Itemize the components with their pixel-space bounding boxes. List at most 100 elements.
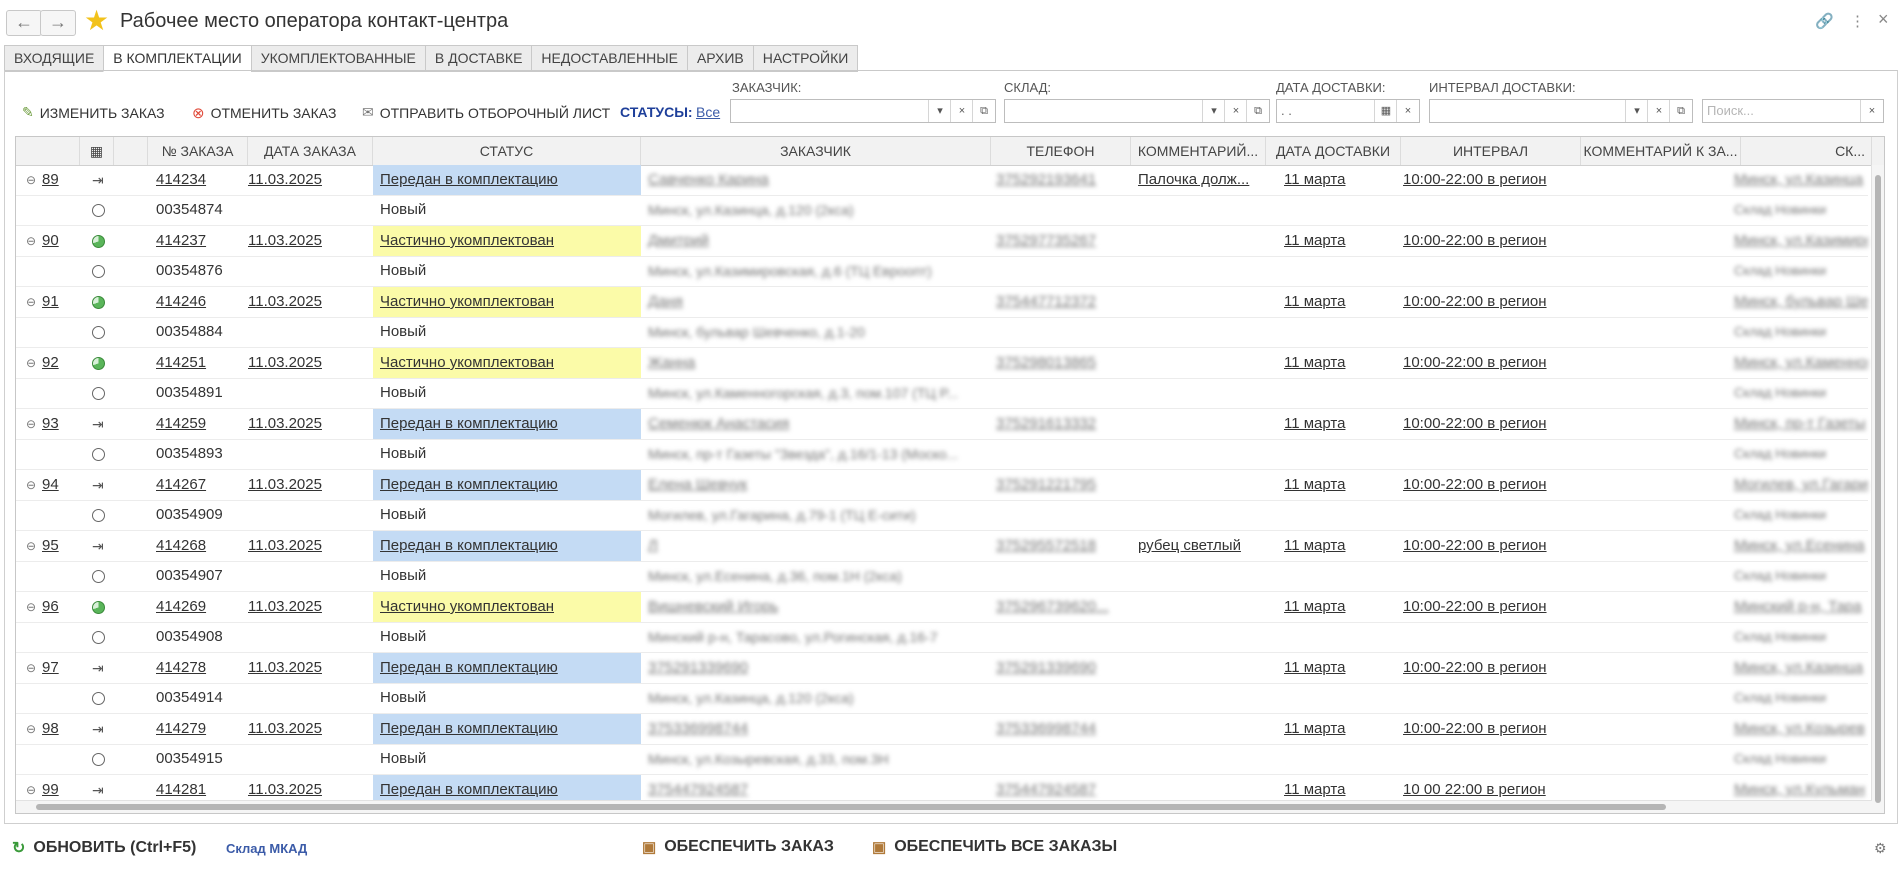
order-date[interactable]: 11.03.2025 (248, 470, 368, 500)
order-date[interactable]: 11.03.2025 (248, 348, 368, 378)
clear-icon[interactable]: × (950, 100, 973, 122)
phone-number[interactable]: 375292193641 (996, 165, 1126, 195)
header-status[interactable]: СТАТУС (373, 137, 641, 165)
open-icon[interactable]: ⧉ (1246, 100, 1269, 122)
delivery-date[interactable]: 11 марта (1284, 165, 1394, 195)
collapse-toggle-icon[interactable]: ⊖ (26, 226, 40, 256)
status-badge[interactable]: Частично укомплектован (373, 226, 641, 256)
radio-circle-icon[interactable] (92, 195, 112, 225)
comment[interactable]: Палочка долж... (1138, 165, 1263, 195)
open-icon[interactable]: ⧉ (972, 100, 995, 122)
table-subrow[interactable]: 00354876 Новый Минск, ул.Казимировская, д.… (16, 256, 1868, 287)
vertical-scrollbar[interactable] (1871, 165, 1884, 813)
provide-all-orders-button[interactable]: ▣ ОБЕСПЕЧИТЬ ВСЕ ЗАКАЗЫ (872, 838, 1117, 856)
warehouse-link[interactable]: Склад МКАД (226, 841, 307, 856)
clear-icon[interactable]: × (1860, 100, 1883, 122)
radio-circle-icon[interactable] (92, 317, 112, 347)
delivery-date[interactable]: 11 марта (1284, 287, 1394, 317)
row-number[interactable]: 93 (42, 409, 72, 439)
open-icon[interactable]: ⧉ (1669, 100, 1692, 122)
clear-icon[interactable]: × (1224, 100, 1247, 122)
status-badge[interactable]: Частично укомплектован (373, 348, 641, 378)
order-number[interactable]: 414279 (156, 714, 246, 744)
row-number[interactable]: 91 (42, 287, 72, 317)
row-number[interactable]: 96 (42, 592, 72, 622)
status-badge[interactable]: Частично укомплектован (373, 592, 641, 622)
statuses-filter-link[interactable]: Все (696, 104, 720, 120)
warehouse-address[interactable]: Минский р-н, Тара (1734, 592, 1868, 622)
horizontal-scroll-thumb[interactable] (36, 804, 1666, 810)
chevron-down-icon[interactable]: ▾ (928, 100, 951, 122)
delivery-date[interactable]: 11 марта (1284, 226, 1394, 256)
delivery-interval[interactable]: 10:00-22:00 в регион (1403, 531, 1578, 561)
table-row[interactable]: ⊖ 92 414251 11.03.2025 Частично укомплектова… (16, 348, 1868, 379)
order-date[interactable]: 11.03.2025 (248, 287, 368, 317)
table-subrow[interactable]: 00354874 Новый Минск, ул.Казинца, д.120 (2… (16, 195, 1868, 226)
order-date[interactable]: 11.03.2025 (248, 165, 368, 195)
table-row[interactable]: ⊖ 93 ⇥ 414259 11.03.2025 Передан в комплектац… (16, 409, 1868, 440)
chevron-down-icon[interactable]: ▾ (1625, 100, 1648, 122)
warehouse-address[interactable]: Минск, ул.Есенина (1734, 531, 1868, 561)
warehouse-address[interactable]: Минск, пр-т Газеты (1734, 409, 1868, 439)
collapse-toggle-icon[interactable]: ⊖ (26, 714, 40, 744)
comment[interactable] (1138, 714, 1263, 744)
delivery-interval[interactable]: 10:00-22:00 в регион (1403, 714, 1578, 744)
customer-name[interactable]: Савченко Карина (648, 165, 988, 195)
header-comment[interactable]: КОММЕНТАРИЙ... (1131, 137, 1266, 165)
row-number[interactable]: 95 (42, 531, 72, 561)
collapse-toggle-icon[interactable]: ⊖ (26, 165, 40, 195)
delivery-interval[interactable]: 10:00-22:00 в регион (1403, 653, 1578, 683)
phone-number[interactable]: 375291613332 (996, 409, 1126, 439)
customer-name[interactable]: Дмитрий (648, 226, 988, 256)
phone-number[interactable]: 375298013865 (996, 348, 1126, 378)
table-row[interactable]: ⊖ 97 ⇥ 414278 11.03.2025 Передан в комплектац… (16, 653, 1868, 684)
row-number[interactable]: 90 (42, 226, 72, 256)
row-number[interactable]: 97 (42, 653, 72, 683)
clear-icon[interactable]: × (1647, 100, 1670, 122)
header-order-comment[interactable]: КОММЕНТАРИЙ К ЗА... (1581, 137, 1741, 165)
more-menu-icon[interactable]: ⋮ (1850, 12, 1865, 30)
row-number[interactable]: 92 (42, 348, 72, 378)
order-number[interactable]: 414251 (156, 348, 246, 378)
phone-number[interactable]: 375291339690 (996, 653, 1126, 683)
refresh-button[interactable]: ↻ ОБНОВИТЬ (Ctrl+F5) (12, 838, 196, 858)
table-row[interactable]: ⊖ 89 ⇥ 414234 11.03.2025 Передан в комплектац… (16, 165, 1868, 196)
customer-name[interactable]: Жанна (648, 348, 988, 378)
radio-circle-icon[interactable] (92, 439, 112, 469)
customer-name[interactable]: Вишневский Игорь (648, 592, 988, 622)
header-interval[interactable]: ИНТЕРВАЛ (1401, 137, 1581, 165)
order-number[interactable]: 414237 (156, 226, 246, 256)
phone-number[interactable]: 375447712372 (996, 287, 1126, 317)
delivery-date[interactable]: 11 марта (1284, 348, 1394, 378)
delivery-interval[interactable]: 10:00-22:00 в регион (1403, 348, 1578, 378)
comment[interactable] (1138, 409, 1263, 439)
customer-name[interactable]: Даня (648, 287, 988, 317)
status-badge[interactable]: Передан в комплектацию (373, 409, 641, 439)
order-date[interactable]: 11.03.2025 (248, 226, 368, 256)
warehouse-address[interactable]: Минск, ул.Козырев (1734, 714, 1868, 744)
radio-circle-icon[interactable] (92, 683, 112, 713)
comment[interactable] (1138, 470, 1263, 500)
phone-number[interactable]: 375297735267 (996, 226, 1126, 256)
comment[interactable] (1138, 348, 1263, 378)
warehouse-address[interactable]: Минск, ул.Казинца (1734, 165, 1868, 195)
header-order-date[interactable]: ДАТА ЗАКАЗА (248, 137, 373, 165)
comment[interactable] (1138, 653, 1263, 683)
favorite-star-icon[interactable]: ★ (84, 6, 109, 36)
row-number[interactable]: 94 (42, 470, 72, 500)
edit-order-button[interactable]: ✎ ИЗМЕНИТЬ ЗАКАЗ (22, 104, 165, 121)
provide-order-button[interactable]: ▣ ОБЕСПЕЧИТЬ ЗАКАЗ (642, 838, 834, 856)
order-number[interactable]: 414278 (156, 653, 246, 683)
customer-name[interactable]: 375336998744 (648, 714, 988, 744)
header-order-number[interactable]: № ЗАКАЗА (148, 137, 248, 165)
collapse-toggle-icon[interactable]: ⊖ (26, 592, 40, 622)
interval-filter-field[interactable]: ▾ × ⧉ (1429, 99, 1693, 123)
back-button[interactable]: ← (6, 10, 42, 36)
delivery-interval[interactable]: 10:00-22:00 в регион (1403, 287, 1578, 317)
calendar-icon[interactable]: ▦ (1374, 100, 1397, 122)
delivery-date[interactable]: 11 марта (1284, 470, 1394, 500)
order-date[interactable]: 11.03.2025 (248, 531, 368, 561)
delivery-interval[interactable]: 10:00-22:00 в регион (1403, 165, 1578, 195)
table-subrow[interactable]: 00354893 Новый Минск, пр-т Газеты "Звезда"… (16, 439, 1868, 470)
horizontal-scrollbar[interactable] (16, 800, 1872, 813)
